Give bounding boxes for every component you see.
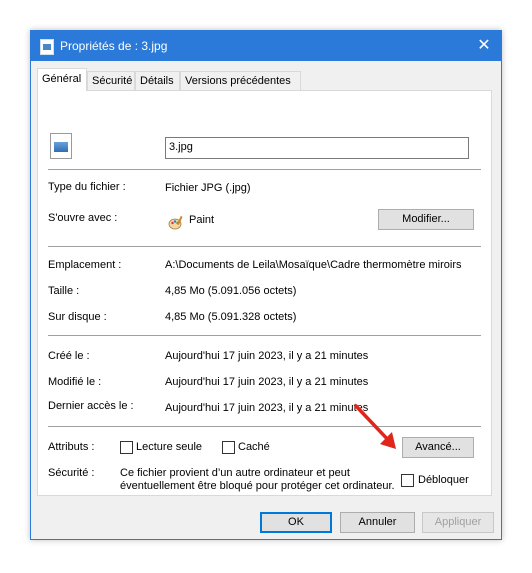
hidden-label: Caché: [238, 441, 270, 453]
apply-button[interactable]: Appliquer: [422, 512, 494, 533]
tab-details[interactable]: Détails: [135, 71, 180, 90]
unblock-checkbox[interactable]: [401, 474, 414, 487]
separator: [48, 246, 481, 247]
readonly-checkbox[interactable]: [120, 441, 133, 454]
location-label: Emplacement :: [48, 259, 122, 271]
ok-button[interactable]: OK: [260, 512, 332, 533]
close-button[interactable]: ✕: [469, 31, 499, 61]
general-panel: 3.jpg Type du fichier : Fichier JPG (.jp…: [37, 90, 492, 496]
separator: [48, 169, 481, 170]
modified-value: Aujourd'hui 17 juin 2023, il y a 21 minu…: [165, 376, 369, 388]
size-on-disk-label: Sur disque :: [48, 311, 107, 323]
attributes-label: Attributs :: [48, 441, 95, 453]
opens-with-label: S'ouvre avec :: [48, 212, 118, 224]
title-bar[interactable]: Propriétés de : 3.jpg ✕: [31, 31, 501, 61]
security-message-line2: éventuellement être bloqué pour protéger…: [120, 480, 395, 492]
file-type-value: Fichier JPG (.jpg): [165, 182, 251, 194]
red-arrow-annotation: [354, 404, 396, 449]
cancel-button[interactable]: Annuler: [340, 512, 415, 533]
paint-icon: [168, 215, 183, 230]
jpg-file-icon: [50, 133, 72, 159]
security-label: Sécurité :: [48, 467, 95, 479]
created-label: Créé le :: [48, 350, 90, 362]
separator: [48, 335, 481, 336]
opens-with-value: Paint: [189, 214, 215, 226]
size-on-disk-value: 4,85 Mo (5.091.328 octets): [165, 311, 297, 323]
created-value: Aujourd'hui 17 juin 2023, il y a 21 minu…: [165, 350, 369, 362]
accessed-value: Aujourd'hui 17 juin 2023, il y a 21 minu…: [165, 402, 369, 414]
tab-general[interactable]: Général: [37, 68, 87, 91]
separator: [48, 426, 481, 427]
size-label: Taille :: [48, 285, 80, 297]
properties-dialog: Propriétés de : 3.jpg ✕ Général Sécurité…: [30, 30, 502, 540]
location-value: A:\Documents de Leila\Mosaïque\Cadre the…: [165, 259, 462, 271]
tab-previous-versions[interactable]: Versions précédentes: [180, 71, 301, 90]
filename-input[interactable]: 3.jpg: [165, 137, 469, 159]
security-message-line1: Ce fichier provient d’un autre ordinateu…: [120, 467, 350, 479]
advanced-button[interactable]: Avancé...: [402, 437, 474, 458]
unblock-label: Débloquer: [418, 474, 469, 486]
change-button[interactable]: Modifier...: [378, 209, 474, 230]
tab-security[interactable]: Sécurité: [87, 71, 135, 90]
readonly-label: Lecture seule: [136, 441, 203, 453]
modified-label: Modifié le :: [48, 376, 102, 388]
accessed-label: Dernier accès le :: [48, 400, 134, 412]
file-properties-icon: [40, 39, 54, 55]
size-value: 4,85 Mo (5.091.056 octets): [165, 285, 297, 297]
window-title: Propriétés de : 3.jpg: [60, 39, 168, 53]
file-type-label: Type du fichier :: [48, 181, 126, 193]
hidden-checkbox[interactable]: [222, 441, 235, 454]
